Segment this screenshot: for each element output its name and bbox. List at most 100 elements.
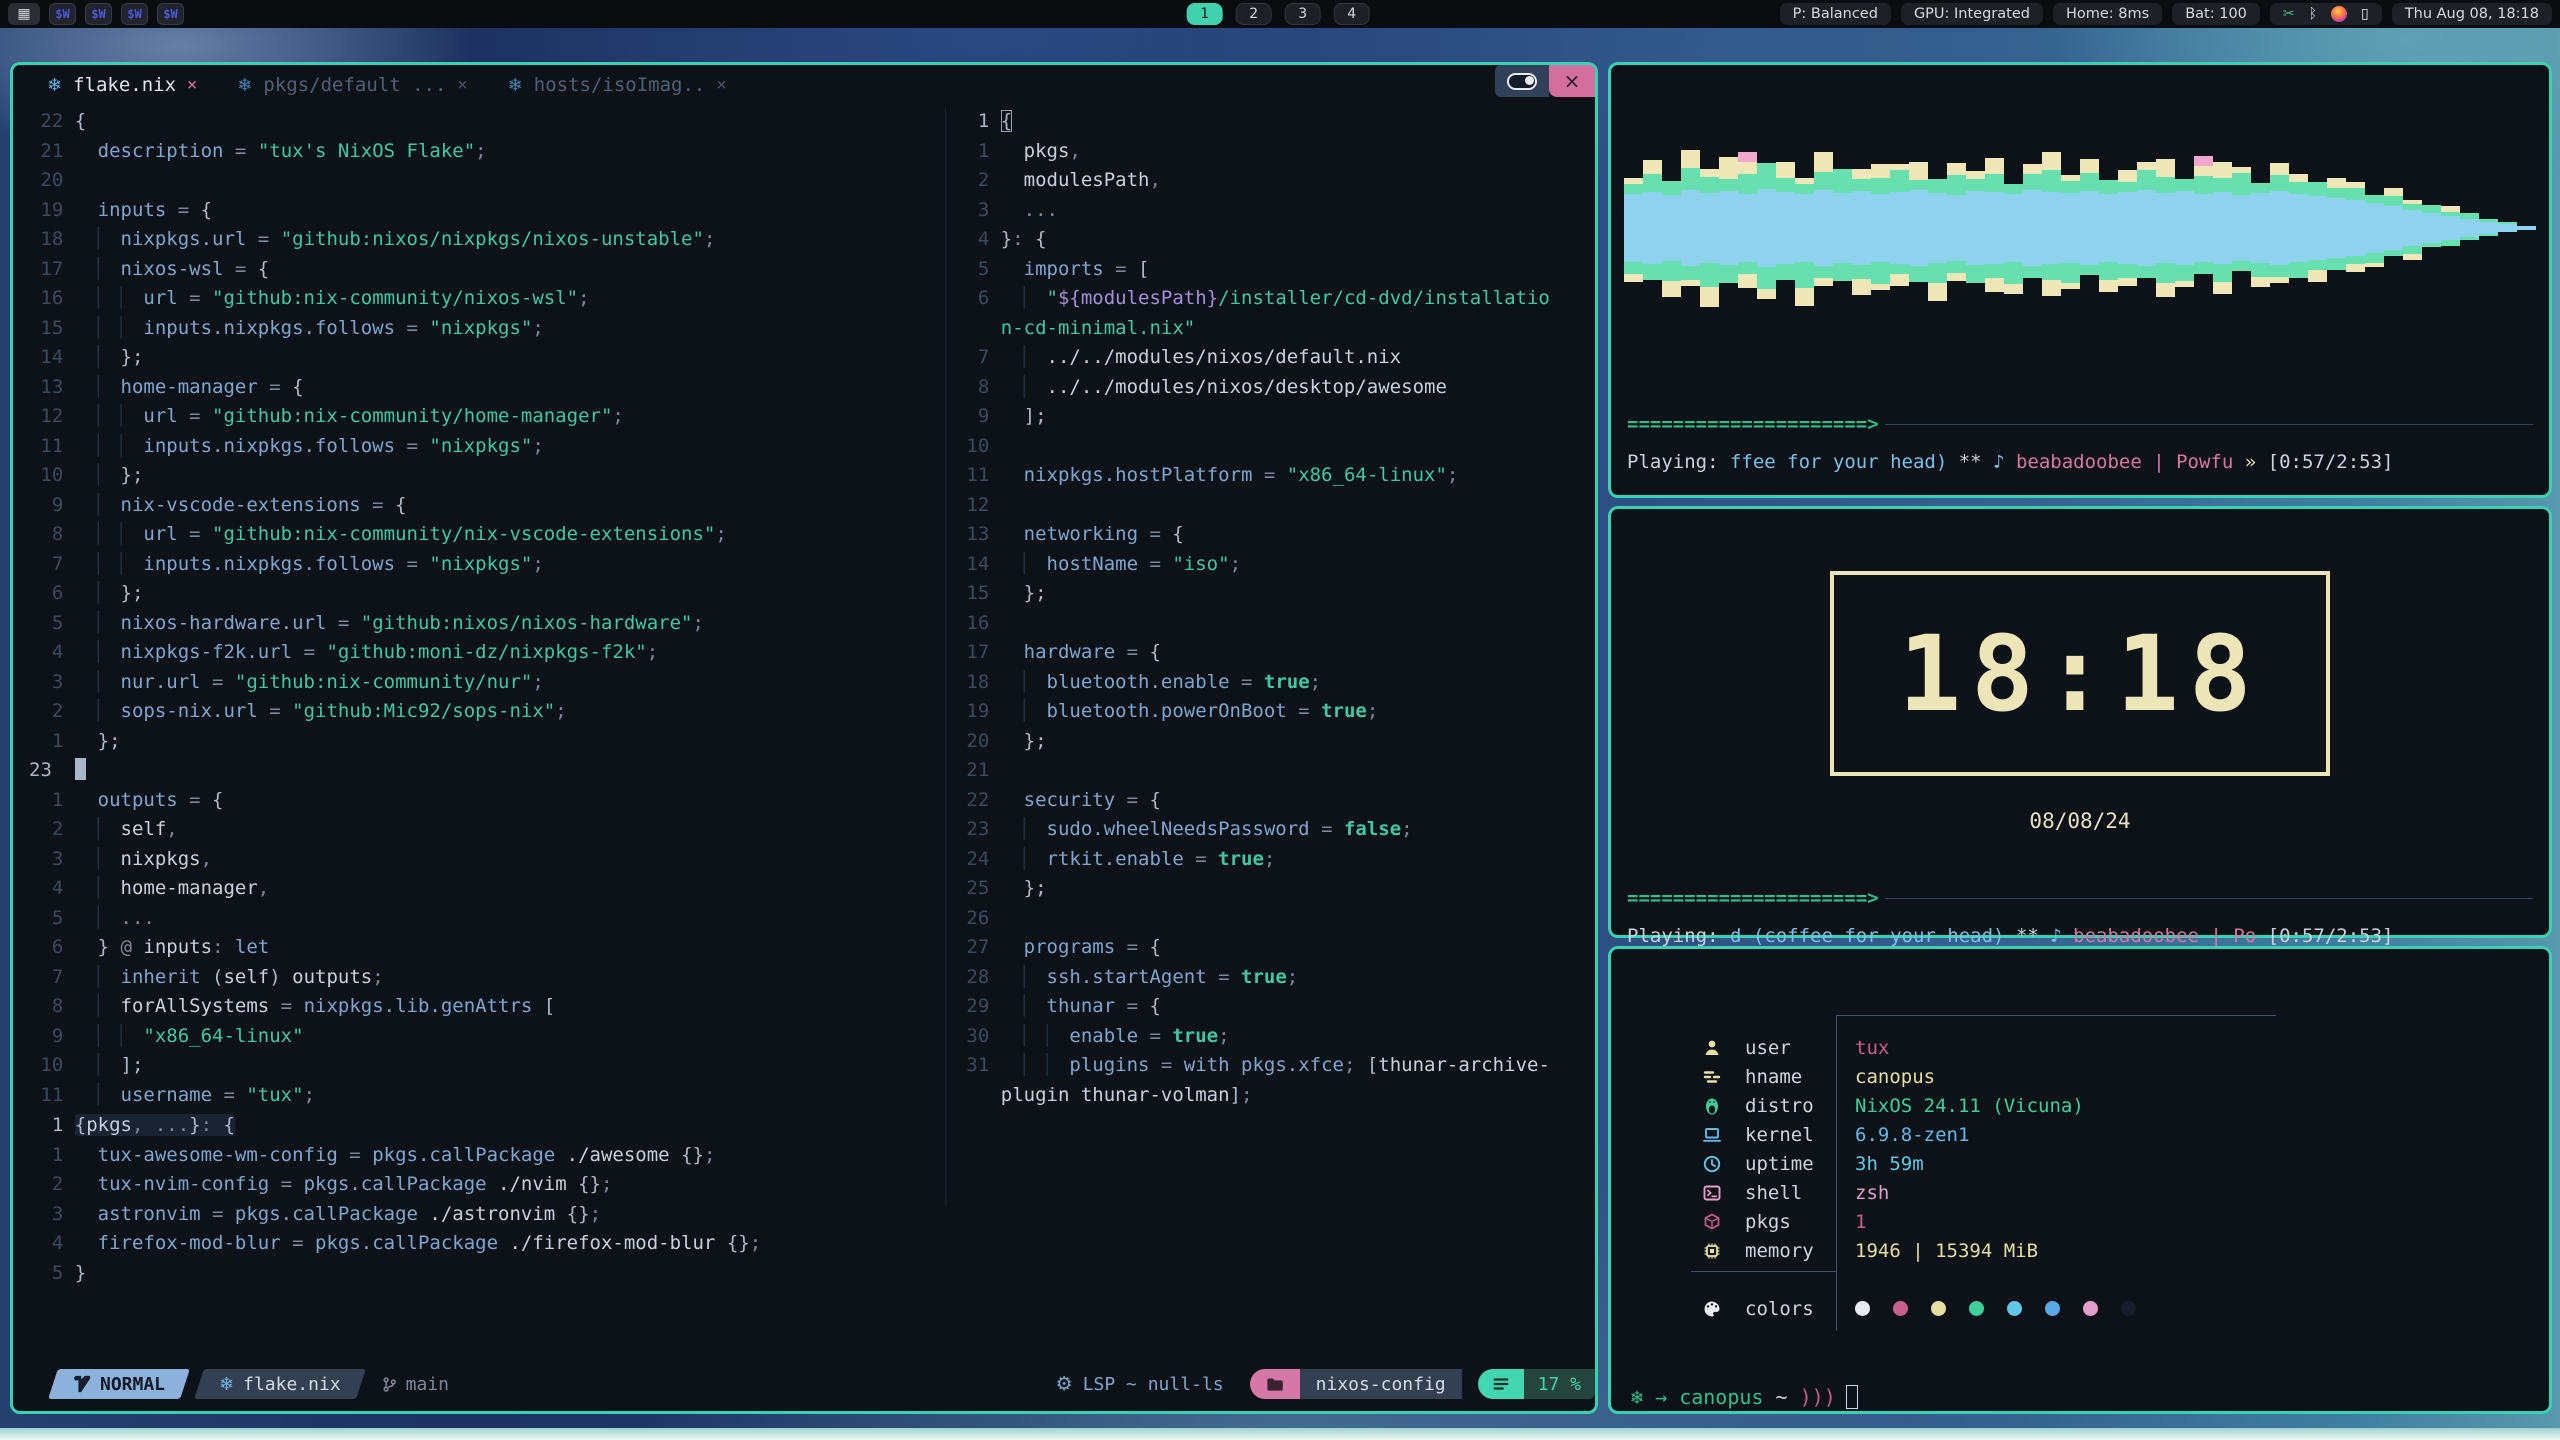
- toggle-icon: [1507, 73, 1537, 90]
- code-line: 13 networking = {: [955, 520, 1593, 550]
- tab-hosts/isoImag..[interactable]: ❄hosts/isoImag..×: [508, 74, 727, 96]
- progress-arrow: =====================>: [1627, 413, 1879, 435]
- nix-snowflake-icon: ❄: [219, 1374, 234, 1395]
- code-line: 29 ▏ thunar = {: [955, 992, 1593, 1022]
- code-pane-iso-image[interactable]: 1{1 pkgs,2 modulesPath,3 ...4}: {5 impor…: [945, 107, 1593, 1207]
- fetch-row-uptime: uptime 3h 59m: [1611, 1149, 2549, 1178]
- fetch-row-memory: memory1946 | 15394 MiB: [1611, 1236, 2549, 1265]
- tab-label: pkgs/default ...: [263, 74, 446, 96]
- tag-2[interactable]: 2: [1236, 3, 1272, 25]
- code-line: 3 ▏ nur.url = "github:nix-community/nur"…: [29, 668, 941, 698]
- file-label: flake.nix: [243, 1374, 341, 1395]
- progress-arrow-row: =====================>: [1627, 887, 2533, 909]
- code-line: plugin thunar-volman];: [955, 1081, 1593, 1111]
- code-line: 8 ▏ ../../modules/nixos/desktop/awesome: [955, 373, 1593, 403]
- status-pills: P: BalancedGPU: IntegratedHome: 8msBat: …: [1780, 3, 2260, 25]
- fetch-row-pkgs: pkgs1: [1611, 1207, 2549, 1236]
- launcher-button[interactable]: ▦: [8, 3, 40, 25]
- code-line: 4 ▏ home-manager,: [29, 874, 941, 904]
- fetch-row-hname: hnamecanopus: [1611, 1062, 2549, 1091]
- topbar-clock: Thu Aug 08, 18:18: [2405, 6, 2539, 22]
- code-line: n-cd-minimal.nix": [955, 314, 1593, 344]
- shell-prompt[interactable]: ❄ → canopus ~ ))): [1631, 1385, 1858, 1409]
- code-line: 6 ▏ "${modulesPath}/installer/cd-dvd/ins…: [955, 284, 1593, 314]
- clock-time: 18:18: [1898, 613, 2261, 735]
- tab-close-icon[interactable]: ×: [457, 75, 467, 95]
- tab-close-icon[interactable]: ×: [716, 75, 726, 95]
- network-icon[interactable]: ✂: [2283, 7, 2295, 21]
- code-line: 5 imports = [: [955, 255, 1593, 285]
- file-segment: ❄ flake.nix: [199, 1369, 361, 1399]
- code-line: 1 };: [29, 727, 941, 757]
- now-playing-text: Playing: ffee for your head) ** ♪ beabad…: [1627, 451, 2539, 473]
- workspace-badge[interactable]: $W: [157, 3, 184, 25]
- code-line: 18 ▏ nixpkgs.url = "github:nixos/nixpkgs…: [29, 225, 941, 255]
- code-line: 10 ▏ };: [29, 461, 941, 491]
- tag-1[interactable]: 1: [1187, 3, 1223, 25]
- palette-icon: [1701, 1298, 1723, 1320]
- mode-label: NORMAL: [100, 1374, 165, 1395]
- code-line: 19 inputs = {: [29, 196, 941, 226]
- code-line: 2 tux-nvim-config = pkgs.callPackage ./n…: [29, 1170, 941, 1200]
- code-line: 31 ▏ ▏ plugins = with pkgs.xfce; [thunar…: [955, 1051, 1593, 1081]
- audio-visualizer: [1624, 77, 2536, 379]
- color-dot: [2007, 1301, 2022, 1316]
- code-pane-flake[interactable]: 22{21 description = "tux's NixOS Flake";…: [29, 107, 941, 1111]
- fetch-row-shell: shellzsh: [1611, 1178, 2549, 1207]
- system-tray: ✂ ᛒ ▯: [2270, 3, 2382, 25]
- code-line: 1{: [955, 107, 1593, 137]
- color-dot: [2083, 1301, 2098, 1316]
- code-line: 1 outputs = {: [29, 786, 941, 816]
- code-line: 9 ];: [955, 402, 1593, 432]
- code-line: 7 ▏ ../../modules/nixos/default.nix: [955, 343, 1593, 373]
- branch-label: main: [406, 1374, 449, 1395]
- tab-close-icon[interactable]: ×: [187, 75, 197, 95]
- code-line: 7 ▏ ▏ inputs.nixpkgs.follows = "nixpkgs"…: [29, 550, 941, 580]
- color-dot: [2121, 1301, 2136, 1316]
- editor-statusline: NORMAL ❄ flake.nix main ⚙ LSP ~ null-ls …: [13, 1369, 1595, 1399]
- code-line: 18 ▏ bluetooth.enable = true;: [955, 668, 1593, 698]
- workspace-badge[interactable]: $W: [85, 3, 112, 25]
- color-dot: [1931, 1301, 1946, 1316]
- code-line: 8 ▏ forAllSystems = nixpkgs.lib.genAttrs…: [29, 992, 941, 1022]
- fetch-value: 3h 59m: [1855, 1153, 1924, 1175]
- lines-icon: [1492, 1375, 1510, 1393]
- fetch-row-distro: distroNixOS 24.11 (Vicuna): [1611, 1091, 2549, 1120]
- code-line: 11 ▏ username = "tux";: [29, 1081, 941, 1111]
- fetch-terminal-window[interactable]: usertuxhnamecanopusdistroNixOS 24.11 (Vi…: [1608, 946, 2552, 1414]
- close-window-button[interactable]: ×: [1549, 65, 1595, 97]
- phone-icon[interactable]: ▯: [2361, 7, 2369, 21]
- editor-cursor: [75, 758, 86, 780]
- code-line: 17 ▏ nixos-wsl = {: [29, 255, 941, 285]
- folder-icon: [1265, 1375, 1284, 1394]
- progress-arrow-row: =====================>: [1627, 413, 2533, 435]
- view-toggle-button[interactable]: [1495, 65, 1549, 97]
- tab-flake.nix[interactable]: ❄flake.nix×: [47, 74, 197, 96]
- fetch-label: uptime: [1745, 1153, 1814, 1175]
- fetch-label: pkgs: [1745, 1211, 1791, 1233]
- workspace-badges: $W $W $W $W: [49, 3, 184, 25]
- code-pane-pkgs-default[interactable]: 1{pkgs, ...}: {1 tux-awesome-wm-config =…: [29, 1111, 941, 1291]
- flame-icon[interactable]: [2331, 6, 2347, 22]
- code-line: 9 ▏ nix-vscode-extensions = {: [29, 491, 941, 521]
- tag-3[interactable]: 3: [1285, 3, 1321, 25]
- code-line: 5 ▏ ...: [29, 904, 941, 934]
- tag-4[interactable]: 4: [1334, 3, 1370, 25]
- editor-tabline: ❄flake.nix×❄pkgs/default ...×❄hosts/isoI…: [13, 65, 1595, 105]
- bluetooth-icon[interactable]: ᛒ: [2309, 7, 2317, 21]
- wallpaper-bottom: [0, 1428, 2560, 1440]
- tab-pkgs/default ...[interactable]: ❄pkgs/default ...×: [237, 74, 467, 96]
- workspace-badge[interactable]: $W: [49, 3, 76, 25]
- workspace-badge[interactable]: $W: [121, 3, 148, 25]
- clock-pill: Thu Aug 08, 18:18: [2392, 3, 2552, 25]
- hostname-icon: [1701, 1066, 1723, 1088]
- code-line: 22{: [29, 107, 941, 137]
- mode-segment: NORMAL: [53, 1369, 185, 1399]
- code-line: 27 programs = {: [955, 933, 1593, 963]
- clock-date: 08/08/24: [1611, 809, 2549, 833]
- user-icon: [1701, 1037, 1723, 1059]
- fetch-label: user: [1745, 1037, 1791, 1059]
- fetch-value: 1946 | 15394 MiB: [1855, 1240, 2038, 1262]
- code-line: 11 nixpkgs.hostPlatform = "x86_64-linux"…: [955, 461, 1593, 491]
- code-line: 6 ▏ };: [29, 579, 941, 609]
